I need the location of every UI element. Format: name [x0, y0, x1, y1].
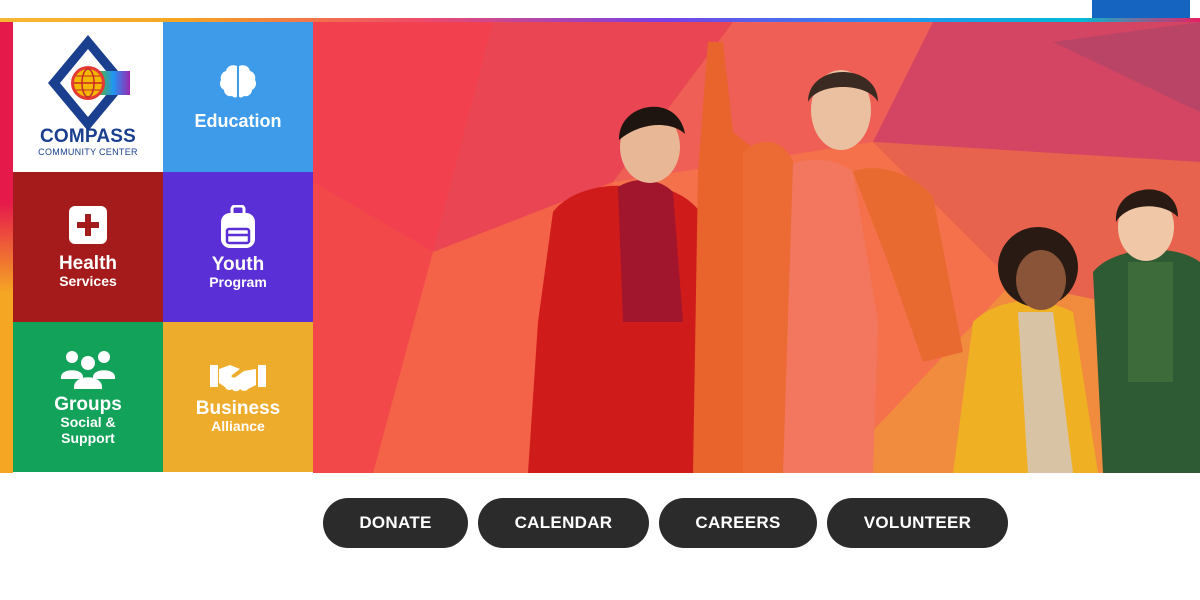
people-group-icon	[61, 350, 115, 389]
left-edge-strip	[0, 22, 13, 473]
backpack-icon	[221, 204, 255, 248]
brain-icon	[220, 64, 256, 97]
action-buttons: DONATE CALENDAR CAREERS VOLUNTEER	[0, 498, 1200, 548]
groups-tile[interactable]: Groups Social & Support	[13, 322, 163, 472]
volunteer-button[interactable]: VOLUNTEER	[827, 498, 1008, 548]
health-label-main: Health	[58, 252, 118, 274]
health-services-tile[interactable]: Health Services	[13, 172, 163, 322]
business-label-sub: Alliance	[211, 417, 265, 434]
health-label-sub: Services	[59, 272, 117, 289]
hero-image	[313, 22, 1200, 473]
logo-name: COMPASS	[39, 126, 137, 147]
top-bar-blue-tab[interactable]	[1092, 0, 1190, 18]
youth-label-sub: Program	[209, 273, 267, 290]
compass-logo[interactable]: COMPASS COMMUNITY CENTER	[13, 22, 163, 172]
donate-button[interactable]: DONATE	[323, 498, 468, 548]
business-alliance-tile[interactable]: Business Alliance	[163, 322, 313, 472]
medical-cross-icon	[69, 205, 107, 244]
careers-button[interactable]: CAREERS	[659, 498, 817, 548]
top-bar	[0, 0, 1200, 18]
logo-subtitle: COMMUNITY CENTER	[38, 147, 138, 157]
handshake-icon	[210, 364, 266, 391]
compass-logo-icon	[48, 35, 130, 131]
youth-label-main: Youth	[211, 253, 265, 275]
youth-program-tile[interactable]: Youth Program	[163, 172, 313, 322]
groups-label-sub1: Social &	[60, 413, 116, 430]
calendar-button[interactable]: CALENDAR	[478, 498, 649, 548]
groups-label-sub2: Support	[61, 429, 115, 446]
groups-label-main: Groups	[54, 393, 122, 415]
education-label: Education	[194, 110, 282, 131]
hero-photo	[313, 22, 1200, 473]
education-tile[interactable]: Education	[163, 22, 313, 172]
service-tiles: COMPASS COMMUNITY CENTER Education Healt…	[13, 22, 313, 473]
business-label-main: Business	[195, 397, 281, 419]
